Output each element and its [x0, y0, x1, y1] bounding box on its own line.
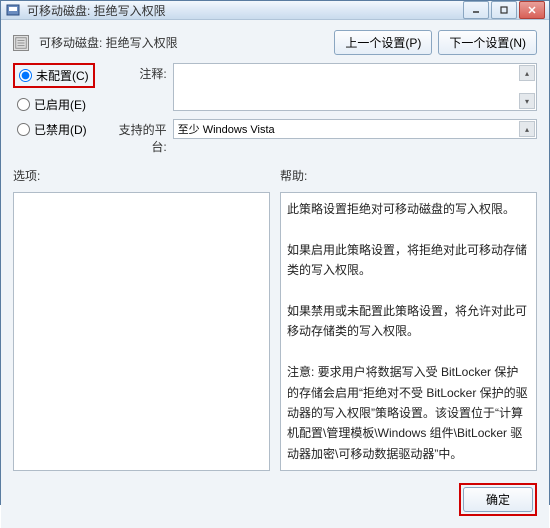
help-label: 帮助:	[280, 167, 537, 184]
radio-not-configured-wrap: 未配置(C)	[13, 63, 95, 88]
radio-disabled[interactable]	[17, 123, 30, 136]
radio-enabled-label[interactable]: 已启用(E)	[34, 96, 86, 113]
config-area: 未配置(C) 已启用(E) 已禁用(D) 注释: ▴ ▾	[13, 63, 537, 155]
prev-setting-button[interactable]: 上一个设置(P)	[334, 30, 432, 55]
radio-not-configured[interactable]	[19, 69, 32, 82]
page-title: 可移动磁盘: 拒绝写入权限	[39, 34, 324, 51]
radio-disabled-wrap: 已禁用(D)	[13, 121, 95, 138]
comment-row: 注释: ▴ ▾	[107, 63, 537, 111]
panels: 此策略设置拒绝对可移动磁盘的写入权限。 如果启用此策略设置，将拒绝对此可移动存储…	[13, 192, 537, 471]
policy-dialog: 可移动磁盘: 拒绝写入权限 可移动磁盘: 拒绝写入权限 上一个设置(P) 下一个…	[0, 0, 550, 505]
minimize-button[interactable]	[463, 1, 489, 19]
next-setting-button[interactable]: 下一个设置(N)	[438, 30, 537, 55]
dialog-content: 可移动磁盘: 拒绝写入权限 上一个设置(P) 下一个设置(N) 未配置(C) 已…	[1, 20, 549, 528]
header-row: 可移动磁盘: 拒绝写入权限 上一个设置(P) 下一个设置(N)	[13, 30, 537, 55]
comment-label: 注释:	[107, 63, 167, 82]
radio-disabled-label[interactable]: 已禁用(D)	[34, 121, 87, 138]
comment-textarea[interactable]: ▴ ▾	[173, 63, 537, 111]
panel-labels: 选项: 帮助:	[13, 167, 537, 184]
ok-button[interactable]: 确定	[463, 487, 533, 512]
platform-row: 支持的平台: 至少 Windows Vista ▴	[107, 119, 537, 155]
options-panel	[13, 192, 270, 471]
footer: 确定	[13, 479, 537, 516]
close-button[interactable]	[519, 1, 545, 19]
titlebar: 可移动磁盘: 拒绝写入权限	[1, 1, 549, 20]
scroll-down-icon[interactable]: ▾	[519, 93, 535, 109]
platform-value: 至少 Windows Vista	[178, 121, 275, 137]
scroll-up-icon[interactable]: ▴	[519, 65, 535, 81]
radio-enabled[interactable]	[17, 98, 30, 111]
app-icon	[5, 2, 21, 18]
ok-highlight: 确定	[459, 483, 537, 516]
fields-column: 注释: ▴ ▾ 支持的平台: 至少 Windows Vista ▴	[107, 63, 537, 155]
platform-label: 支持的平台:	[107, 119, 167, 155]
options-label: 选项:	[13, 167, 270, 184]
help-text: 此策略设置拒绝对可移动磁盘的写入权限。 如果启用此策略设置，将拒绝对此可移动存储…	[287, 199, 530, 464]
maximize-button[interactable]	[491, 1, 517, 19]
window-title: 可移动磁盘: 拒绝写入权限	[27, 2, 463, 19]
policy-icon	[13, 35, 29, 51]
window-controls	[463, 1, 545, 19]
scroll-up-icon[interactable]: ▴	[519, 121, 535, 137]
nav-buttons: 上一个设置(P) 下一个设置(N)	[334, 30, 537, 55]
radio-group: 未配置(C) 已启用(E) 已禁用(D)	[13, 63, 95, 155]
radio-enabled-wrap: 已启用(E)	[13, 96, 95, 113]
radio-not-configured-label[interactable]: 未配置(C)	[36, 67, 89, 84]
help-panel: 此策略设置拒绝对可移动磁盘的写入权限。 如果启用此策略设置，将拒绝对此可移动存储…	[280, 192, 537, 471]
platform-field: 至少 Windows Vista ▴	[173, 119, 537, 139]
